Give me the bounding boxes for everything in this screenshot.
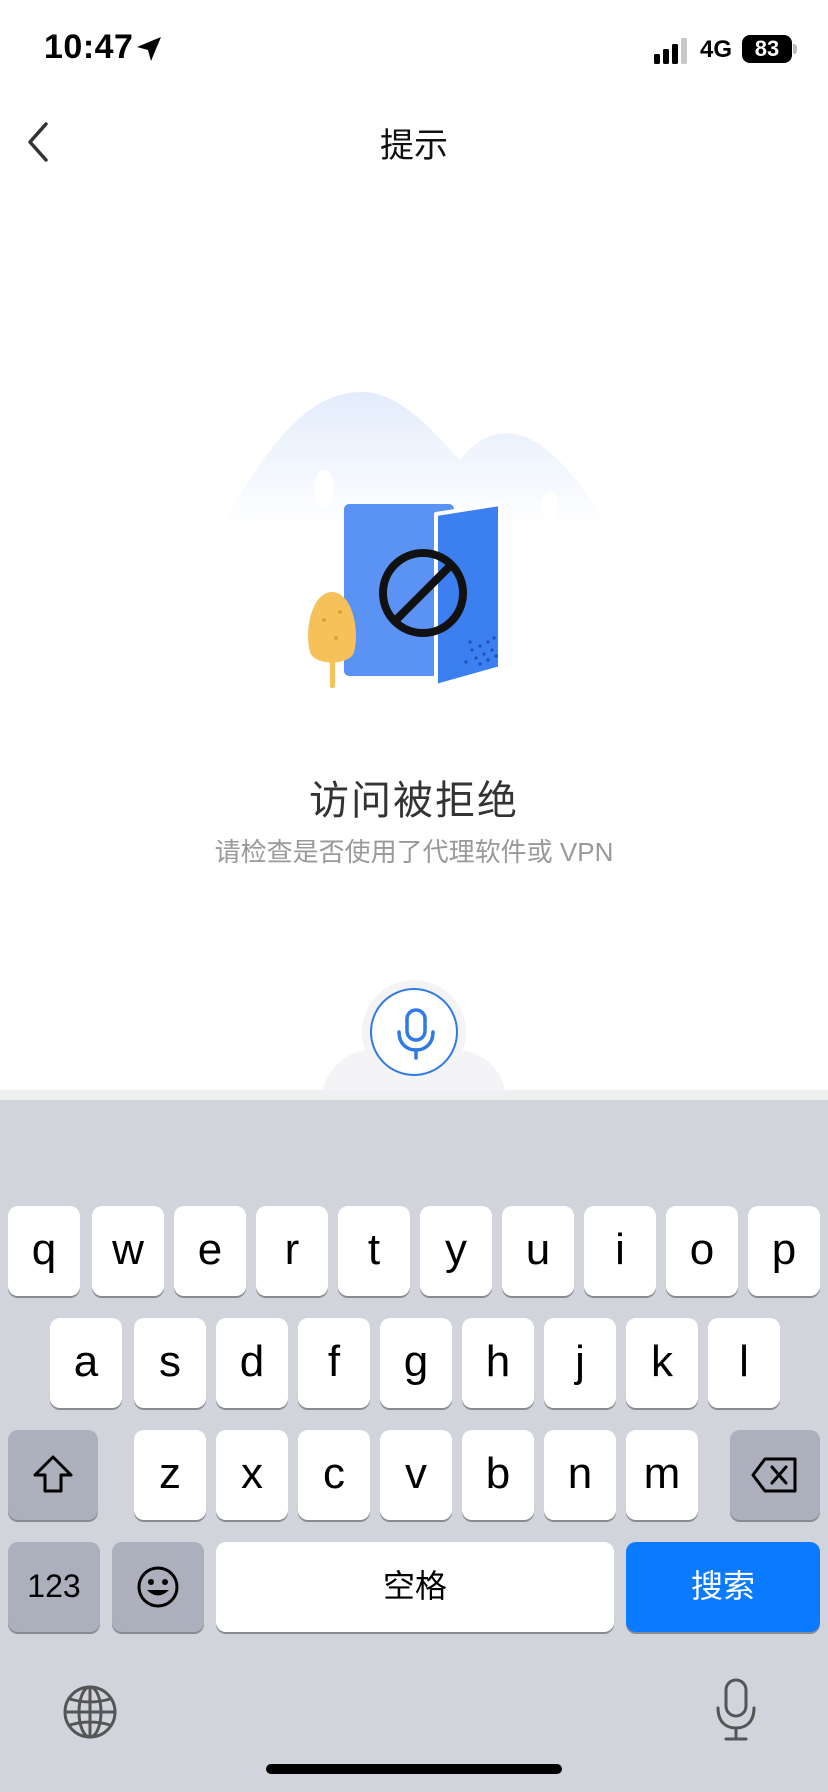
emoji-icon [137, 1566, 179, 1608]
voice-search-button[interactable] [370, 988, 458, 1076]
key-h[interactable]: h [462, 1318, 534, 1408]
home-indicator [266, 1764, 562, 1774]
status-time: 10:47 [44, 28, 134, 66]
microphone-icon [397, 1008, 435, 1060]
key-g[interactable]: g [380, 1318, 452, 1408]
numbers-key[interactable]: 123 [8, 1542, 100, 1632]
key-x[interactable]: x [216, 1430, 288, 1520]
key-m[interactable]: m [626, 1430, 698, 1520]
key-a[interactable]: a [50, 1318, 122, 1408]
key-y[interactable]: y [420, 1206, 492, 1296]
backspace-key[interactable] [730, 1430, 820, 1520]
battery-indicator: 83 [742, 35, 792, 63]
shift-icon [33, 1455, 73, 1493]
key-u[interactable]: u [502, 1206, 574, 1296]
key-o[interactable]: o [666, 1206, 738, 1296]
location-arrow-icon [137, 37, 161, 61]
battery-tip [793, 44, 797, 54]
key-e[interactable]: e [174, 1206, 246, 1296]
key-q[interactable]: q [8, 1206, 80, 1296]
key-t[interactable]: t [338, 1206, 410, 1296]
access-denied-illustration [220, 391, 610, 688]
error-title: 访问被拒绝 [309, 779, 519, 823]
emoji-key[interactable] [112, 1542, 204, 1632]
key-w[interactable]: w [92, 1206, 164, 1296]
key-i[interactable]: i [584, 1206, 656, 1296]
key-p[interactable]: p [748, 1206, 820, 1296]
error-subtitle: 请检查是否使用了代理软件或 VPN [214, 837, 614, 867]
dictation-microphone-icon[interactable] [714, 1678, 758, 1742]
space-key[interactable]: 空格 [216, 1542, 614, 1632]
status-bar: 10:47 4G 83 [0, 0, 828, 100]
signal-strength-icon [654, 38, 687, 64]
keyboard: q w e r t y u i o p a s d f g h j k l z … [0, 1100, 828, 1792]
key-r[interactable]: r [256, 1206, 328, 1296]
key-z[interactable]: z [134, 1430, 206, 1520]
key-l[interactable]: l [708, 1318, 780, 1408]
key-b[interactable]: b [462, 1430, 534, 1520]
keyboard-top-strip [0, 1090, 828, 1100]
key-s[interactable]: s [134, 1318, 206, 1408]
page-title: 提示 [380, 127, 448, 165]
backspace-icon [751, 1457, 797, 1493]
key-k[interactable]: k [626, 1318, 698, 1408]
key-j[interactable]: j [544, 1318, 616, 1408]
network-type: 4G [700, 36, 733, 63]
globe-icon[interactable] [62, 1684, 118, 1740]
key-c[interactable]: c [298, 1430, 370, 1520]
key-d[interactable]: d [216, 1318, 288, 1408]
key-v[interactable]: v [380, 1430, 452, 1520]
shift-key[interactable] [8, 1430, 98, 1520]
key-n[interactable]: n [544, 1430, 616, 1520]
key-f[interactable]: f [298, 1318, 370, 1408]
search-key[interactable]: 搜索 [626, 1542, 820, 1632]
